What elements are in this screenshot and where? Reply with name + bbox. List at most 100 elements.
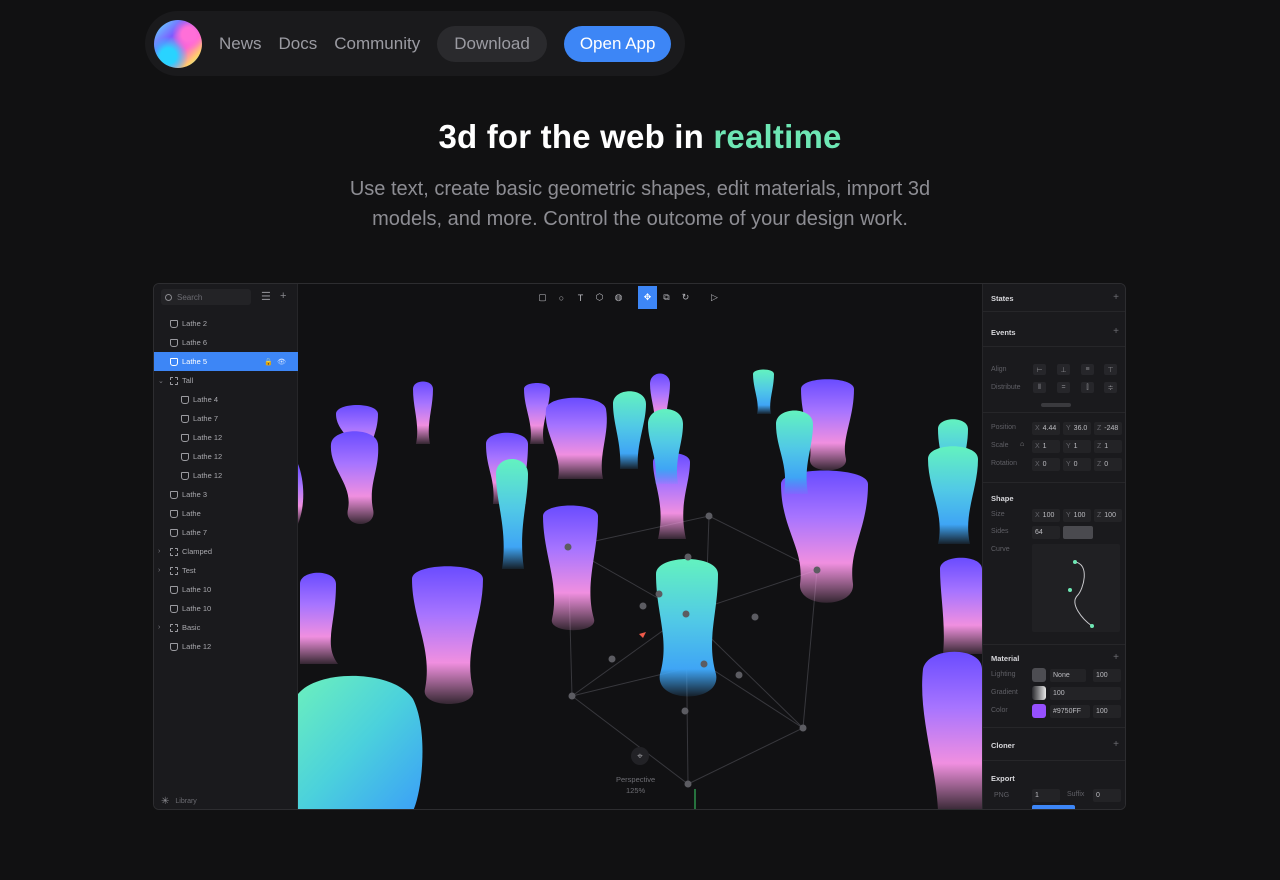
layer-row[interactable]: ⌄ Tall [154, 371, 298, 390]
layer-row[interactable]: Lathe 7 [154, 409, 298, 428]
add-cloner-icon[interactable]: + [1113, 739, 1119, 750]
3d-viewport[interactable]: ▢ ○ T ⬡ ◍ ✥ ⧉ ↻ ▷ ⌖ Perspective 125% [298, 284, 982, 810]
size-z-field[interactable]: Z 100 [1094, 509, 1122, 522]
chevron-right-icon[interactable]: › [158, 567, 160, 574]
library-button[interactable]: ✳ Library [161, 796, 197, 807]
layer-row[interactable]: Lathe 4 [154, 390, 298, 409]
camera-focus-icon[interactable]: ⌖ [631, 747, 649, 765]
lighting-swatch[interactable] [1032, 668, 1046, 682]
nav-link-news[interactable]: News [219, 34, 262, 54]
align-right-icon[interactable]: ≡ [1081, 364, 1094, 375]
play-icon[interactable]: ▷ [705, 286, 724, 309]
panel-scroll-handle[interactable] [1041, 403, 1071, 407]
align-left-icon[interactable]: ⊢ [1033, 364, 1046, 375]
lighting-opacity-field[interactable]: 100 [1093, 669, 1121, 682]
layer-row[interactable]: Lathe 3 [154, 485, 298, 504]
layer-row[interactable]: Lathe 10 [154, 580, 298, 599]
export-format-select[interactable]: PNG [991, 789, 1029, 802]
scale-lock-icon[interactable]: ⌂ [1020, 441, 1024, 448]
position-y-field[interactable]: Y 36.0 [1063, 422, 1091, 435]
export-scale-field[interactable]: 1 [1032, 789, 1060, 802]
layer-row[interactable]: Lathe 12 [154, 466, 298, 485]
layer-row[interactable]: Lathe 7 [154, 523, 298, 542]
distribute-v-icon[interactable]: = [1057, 382, 1070, 393]
hero-subtitle: Use text, create basic geometric shapes,… [349, 178, 931, 230]
add-state-icon[interactable]: + [1113, 292, 1119, 303]
export-button[interactable] [1032, 805, 1075, 809]
scale-x-field[interactable]: X1 [1032, 440, 1060, 453]
layer-row[interactable]: Lathe [154, 504, 298, 523]
scale-tool-icon[interactable]: ⧉ [657, 286, 676, 309]
chevron-right-icon[interactable]: › [158, 624, 160, 631]
hero-title-accent: realtime [713, 118, 842, 155]
suffix-field[interactable]: 0 [1093, 789, 1121, 802]
lighting-select[interactable]: None [1050, 669, 1086, 682]
layer-row[interactable]: Lathe 12 [154, 447, 298, 466]
sides-slider[interactable] [1063, 526, 1093, 539]
layer-row[interactable]: Lathe 5 🔒👁 [154, 352, 298, 371]
layer-label: Lathe 6 [182, 338, 208, 347]
list-menu-icon[interactable]: ☰ [261, 290, 271, 303]
size-y-field[interactable]: Y 100 [1063, 509, 1091, 522]
open-app-button[interactable]: Open App [563, 25, 672, 62]
position-x-field[interactable]: X 4.44 [1032, 422, 1060, 435]
move-tool-icon[interactable]: ✥ [638, 286, 657, 309]
sides-field[interactable]: 64 [1032, 526, 1060, 539]
layer-row[interactable]: › Basic [154, 618, 298, 637]
scene-canvas[interactable] [298, 284, 982, 810]
add-material-icon[interactable]: + [1113, 652, 1119, 663]
rotation-z-field[interactable]: Z0 [1094, 458, 1122, 471]
nav-link-community[interactable]: Community [334, 34, 420, 54]
states-section-title: States [991, 294, 1014, 303]
download-button[interactable]: Download [437, 25, 547, 62]
layer-row[interactable]: Lathe 12 [154, 428, 298, 447]
scale-y-field[interactable]: Y1 [1063, 440, 1091, 453]
rotation-y-field[interactable]: Y0 [1063, 458, 1091, 471]
chevron-right-icon[interactable]: › [158, 548, 160, 555]
add-event-icon[interactable]: + [1113, 326, 1119, 337]
color-swatch[interactable] [1032, 704, 1046, 718]
cube-tool-icon[interactable]: ⬡ [590, 286, 609, 309]
layer-label: Basic [182, 623, 201, 632]
scale-z-field[interactable]: Z1 [1094, 440, 1122, 453]
rotation-x-field[interactable]: X0 [1032, 458, 1060, 471]
viewport-toolbar: ▢ ○ T ⬡ ◍ ✥ ⧉ ↻ ▷ [533, 286, 724, 309]
position-z-value: -248 [1104, 425, 1119, 432]
layer-row[interactable]: Lathe 10 [154, 599, 298, 618]
distribute-gap-icon[interactable]: ≑ [1104, 382, 1117, 393]
text-tool-icon[interactable]: T [571, 286, 590, 309]
align-top-icon[interactable]: ⊤ [1104, 364, 1117, 375]
gradient-swatch[interactable] [1032, 686, 1046, 700]
rotate-tool-icon[interactable]: ↻ [676, 286, 695, 309]
position-z-field[interactable]: Z -248 [1094, 422, 1122, 435]
align-center-icon[interactable]: ⊥ [1057, 364, 1070, 375]
sphere-tool-icon[interactable]: ◍ [609, 286, 628, 309]
ellipse-tool-icon[interactable]: ○ [552, 286, 571, 309]
layer-row[interactable]: Lathe 2 [154, 314, 298, 333]
distribute-spacing-icon[interactable]: ⫿ [1081, 382, 1094, 393]
curve-editor[interactable] [1032, 544, 1120, 632]
size-x-field[interactable]: X 100 [1032, 509, 1060, 522]
color-hex-field[interactable]: #9750FF [1050, 705, 1090, 718]
lathe-icon [181, 452, 189, 461]
layer-search-input[interactable]: Search [161, 289, 251, 305]
position-label: Position [991, 424, 1016, 431]
color-opacity-field[interactable]: 100 [1093, 705, 1121, 718]
shape-section-title: Shape [991, 494, 1014, 503]
layer-tree: Lathe 2 Lathe 6 Lathe 5 🔒👁 ⌄ Tall Lathe 4 Lathe… [154, 314, 298, 656]
camera-info[interactable]: Perspective 125% [616, 774, 655, 796]
layer-row[interactable]: › Test [154, 561, 298, 580]
layer-row[interactable]: Lathe 12 [154, 637, 298, 656]
add-layer-icon[interactable]: + [280, 290, 286, 302]
suffix-value: 0 [1096, 792, 1100, 799]
brand-logo[interactable] [154, 19, 202, 68]
rectangle-tool-icon[interactable]: ▢ [533, 286, 552, 309]
lock-visibility-icon[interactable]: 🔒👁 [264, 358, 290, 366]
nav-link-docs[interactable]: Docs [279, 34, 318, 54]
distribute-h-icon[interactable]: ⫴ [1033, 382, 1046, 393]
layer-row[interactable]: › Clamped [154, 542, 298, 561]
size-z-value: 100 [1104, 512, 1116, 519]
chevron-down-icon[interactable]: ⌄ [158, 377, 164, 385]
gradient-field[interactable]: 100 [1050, 687, 1121, 700]
layer-row[interactable]: Lathe 6 [154, 333, 298, 352]
